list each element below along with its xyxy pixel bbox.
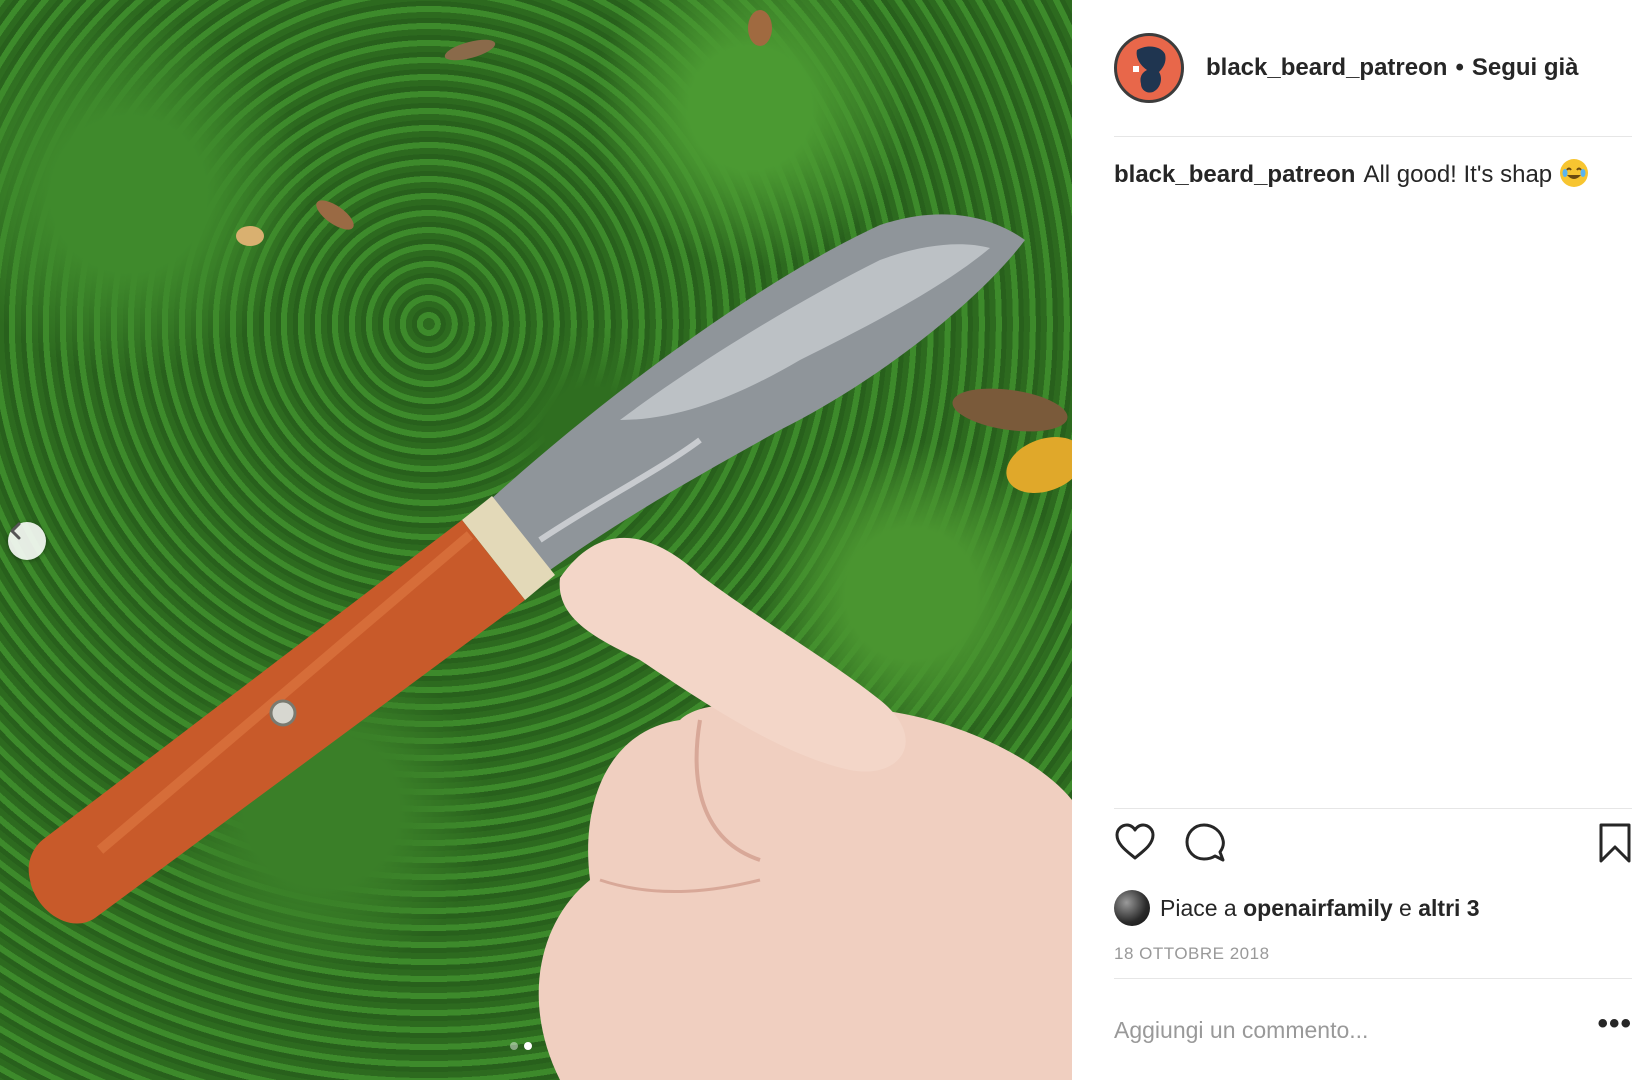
likes-others-link[interactable]: altri 3 — [1418, 895, 1479, 922]
likes-prefix: Piace a — [1160, 894, 1237, 921]
divider — [1114, 136, 1632, 137]
bookmark-icon — [1599, 823, 1631, 863]
post-header: black_beard_patreon • Segui già — [1114, 30, 1632, 106]
post-photo[interactable] — [0, 0, 1072, 1080]
knife-photo-illustration — [28, 10, 1072, 1080]
leaf — [236, 226, 264, 246]
header-separator: • — [1455, 54, 1464, 81]
chevron-left-icon — [10, 522, 21, 540]
post-actions — [1114, 822, 1632, 870]
divider — [1114, 808, 1632, 809]
save-button[interactable] — [1598, 822, 1632, 869]
carousel-indicator — [510, 1042, 532, 1050]
leaf — [952, 388, 1068, 432]
post-caption: black_beard_patreon All good! It's shap — [1114, 158, 1620, 192]
knife-handle — [28, 520, 525, 924]
likes-joiner: e — [1399, 894, 1412, 921]
knife-blade — [490, 214, 1025, 571]
follow-status[interactable]: Segui già — [1472, 54, 1579, 82]
carousel-prev-button[interactable] — [8, 522, 46, 560]
post-date[interactable]: 18 OTTOBRE 2018 — [1114, 944, 1270, 964]
comment-button[interactable] — [1184, 822, 1226, 869]
liker-username[interactable]: openairfamily — [1243, 895, 1393, 922]
leaf — [748, 10, 772, 46]
leaf — [1006, 436, 1072, 494]
comment-input[interactable] — [1114, 1016, 1598, 1044]
divider — [1114, 978, 1632, 979]
tears-of-joy-emoji-icon — [1560, 159, 1589, 187]
heart-icon — [1115, 823, 1155, 860]
caption-username[interactable]: black_beard_patreon — [1114, 161, 1355, 188]
leaf — [444, 39, 496, 61]
hand — [538, 537, 1072, 1080]
carousel-dot-active — [524, 1042, 532, 1050]
like-button[interactable] — [1114, 822, 1156, 867]
carousel-dot — [510, 1042, 518, 1050]
likes-summary: Piace a openairfamily e altri 3 — [1114, 890, 1480, 926]
leaf — [316, 200, 354, 230]
beard-logo-icon — [1133, 46, 1166, 93]
comment-icon — [1185, 823, 1225, 862]
more-options-icon[interactable]: ••• — [1597, 1009, 1632, 1046]
comment-row: ••• — [1114, 1009, 1632, 1050]
instagram-post: black_beard_patreon • Segui già black_be… — [0, 0, 1650, 1080]
header-username[interactable]: black_beard_patreon — [1206, 54, 1447, 82]
liker-avatar[interactable] — [1114, 890, 1150, 926]
avatar[interactable] — [1114, 33, 1184, 103]
post-panel: black_beard_patreon • Segui già black_be… — [1072, 0, 1650, 1080]
caption-text: All good! It's shap — [1363, 161, 1553, 188]
